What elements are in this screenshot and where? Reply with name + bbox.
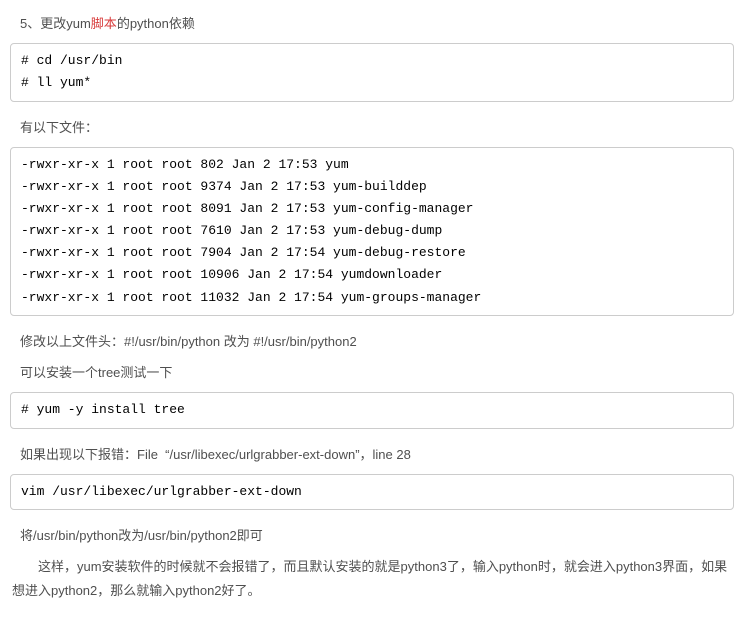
text-files-listed: 有以下文件： xyxy=(10,116,734,139)
code-block-vim: vim /usr/libexec/urlgrabber-ext-down xyxy=(10,474,734,510)
code-block-file-listing: -rwxr-xr-x 1 root root 802 Jan 2 17:53 y… xyxy=(10,147,734,316)
section-heading: 5、更改yum脚本的python依赖 xyxy=(10,12,734,35)
code-block-cd-ll: # cd /usr/bin # ll yum* xyxy=(10,43,734,101)
heading-suffix: 的python依赖 xyxy=(117,16,195,31)
heading-prefix: 5、更改yum xyxy=(20,16,91,31)
text-conclusion: 这样，yum安装软件的时候就不会报错了，而且默认安装的就是python3了，输入… xyxy=(10,555,734,602)
heading-highlight: 脚本 xyxy=(91,16,117,31)
code-block-yum-install: # yum -y install tree xyxy=(10,392,734,428)
text-modify-header: 修改以上文件头：#!/usr/bin/python 改为 #!/usr/bin/… xyxy=(10,330,734,353)
text-error-message: 如果出现以下报错：File “/usr/libexec/urlgrabber-e… xyxy=(10,443,734,466)
text-fix-instruction: 将/usr/bin/python改为/usr/bin/python2即可 xyxy=(10,524,734,547)
text-install-tree: 可以安装一个tree测试一下 xyxy=(10,361,734,384)
